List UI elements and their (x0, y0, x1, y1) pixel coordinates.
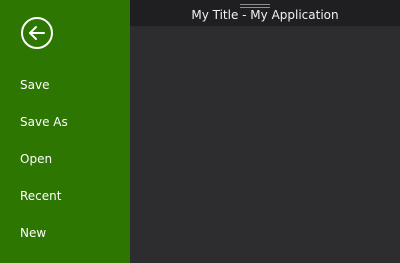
content-area (130, 27, 400, 263)
menu-item-new[interactable]: New (0, 216, 130, 253)
menu-item-save[interactable]: Save (0, 68, 130, 105)
backstage-menu: Save Save As Open Recent New (0, 68, 130, 253)
back-arrow-circle-icon (21, 17, 53, 49)
menu-item-save-as[interactable]: Save As (0, 105, 130, 142)
menu-item-open[interactable]: Open (0, 142, 130, 179)
menu-item-recent[interactable]: Recent (0, 179, 130, 216)
back-button[interactable] (20, 16, 53, 49)
window-title: My Title - My Application (191, 8, 339, 22)
title-bar: My Title - My Application (130, 0, 400, 27)
backstage-sidebar: Save Save As Open Recent New (0, 0, 130, 263)
application-window: Save Save As Open Recent New My Title - … (0, 0, 400, 263)
